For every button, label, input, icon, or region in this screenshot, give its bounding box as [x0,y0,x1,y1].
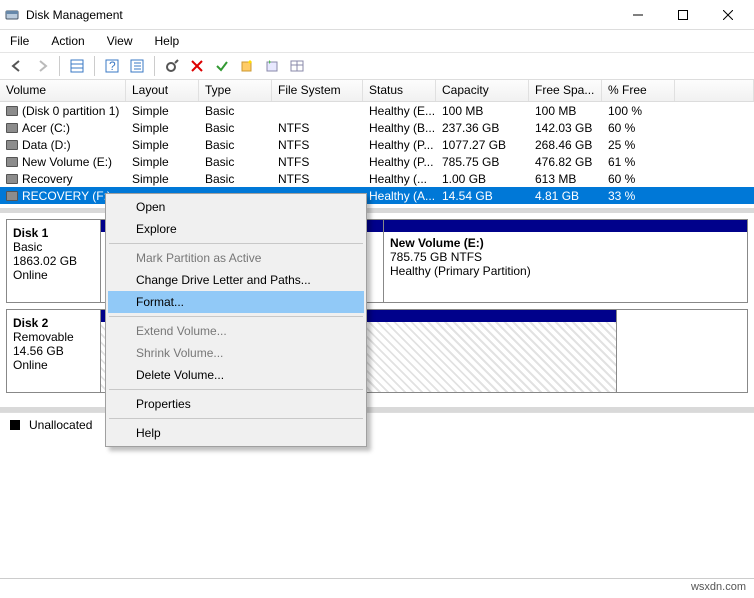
table-row[interactable]: (Disk 0 partition 1)SimpleBasicHealthy (… [0,102,754,119]
details-icon[interactable] [66,55,88,77]
volume-icon [6,174,18,184]
menu-action[interactable]: Action [47,32,88,50]
menu-item-delete-volume[interactable]: Delete Volume... [108,364,364,386]
menu-item-format[interactable]: Format... [108,291,364,313]
minimize-button[interactable] [615,0,660,30]
menu-view[interactable]: View [103,32,137,50]
menu-item-explore[interactable]: Explore [108,218,364,240]
header-pfree[interactable]: % Free [602,80,675,101]
svg-text:?: ? [109,59,116,73]
check-icon[interactable] [211,55,233,77]
menu-item-extend-volume: Extend Volume... [108,320,364,342]
context-menu: OpenExplore Mark Partition as ActiveChang… [105,193,367,447]
menu-help[interactable]: Help [151,32,184,50]
swatch-unallocated [10,420,20,430]
menu-item-change-drive-letter-and-paths[interactable]: Change Drive Letter and Paths... [108,269,364,291]
menu-item-mark-partition-as-active: Mark Partition as Active [108,247,364,269]
menu-item-properties[interactable]: Properties [108,393,364,415]
menu-item-help[interactable]: Help [108,422,364,444]
forward-button[interactable] [31,55,53,77]
app-icon [4,7,20,23]
new-icon[interactable] [236,55,258,77]
volume-icon [6,106,18,116]
back-button[interactable] [6,55,28,77]
header-layout[interactable]: Layout [126,80,199,101]
maximize-button[interactable] [660,0,705,30]
table-row[interactable]: New Volume (E:)SimpleBasicNTFSHealthy (P… [0,153,754,170]
toolbar: ? [0,52,754,80]
volume-icon [6,140,18,150]
disk-2-label[interactable]: Disk 2 Removable 14.56 GB Online [7,310,101,392]
header-status[interactable]: Status [363,80,436,101]
close-button[interactable] [705,0,750,30]
delete-icon[interactable] [186,55,208,77]
volume-icon [6,191,18,201]
help-icon[interactable]: ? [101,55,123,77]
table-row[interactable]: RecoverySimpleBasicNTFSHealthy (...1.00 … [0,170,754,187]
legend-unallocated: Unallocated [29,418,92,432]
table-row[interactable]: Acer (C:)SimpleBasicNTFSHealthy (B...237… [0,119,754,136]
disk-1-label[interactable]: Disk 1 Basic 1863.02 GB Online [7,220,101,302]
column-headers[interactable]: Volume Layout Type File System Status Ca… [0,80,754,102]
properties-icon[interactable] [286,55,308,77]
status-bar: wsxdn.com [0,578,754,598]
volume-icon [6,123,18,133]
action-icon[interactable] [261,55,283,77]
window-title: Disk Management [26,8,615,22]
header-type[interactable]: Type [199,80,272,101]
list-icon[interactable] [126,55,148,77]
menu-item-shrink-volume: Shrink Volume... [108,342,364,364]
title-bar: Disk Management [0,0,754,30]
header-fs[interactable]: File System [272,80,363,101]
partition-new-volume-e[interactable]: New Volume (E:) 785.75 GB NTFS Healthy (… [384,220,747,302]
header-free[interactable]: Free Spa... [529,80,602,101]
volume-list[interactable]: Volume Layout Type File System Status Ca… [0,80,754,204]
menu-file[interactable]: File [6,32,33,50]
menu-bar: File Action View Help [0,30,754,52]
table-row[interactable]: Data (D:)SimpleBasicNTFSHealthy (P...107… [0,136,754,153]
refresh-icon[interactable] [161,55,183,77]
header-capacity[interactable]: Capacity [436,80,529,101]
menu-item-open[interactable]: Open [108,196,364,218]
volume-icon [6,157,18,167]
header-volume[interactable]: Volume [0,80,126,101]
